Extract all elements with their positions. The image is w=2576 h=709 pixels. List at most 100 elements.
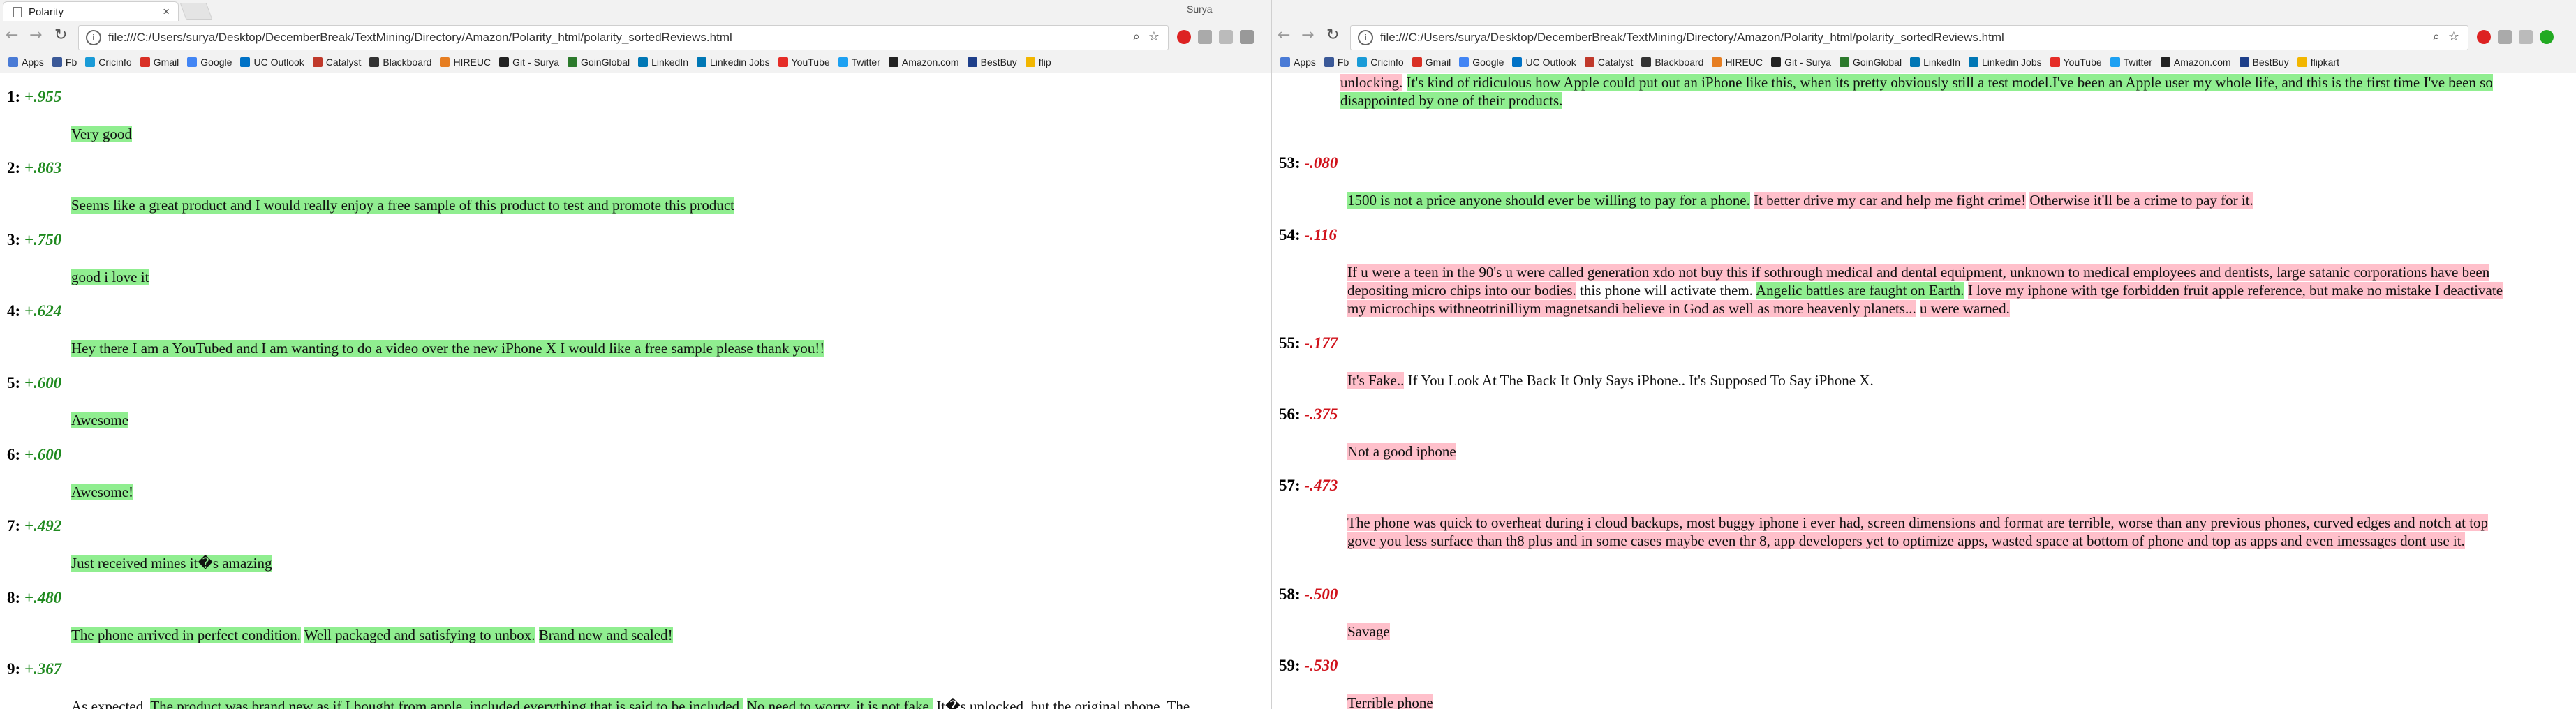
new-tab-button[interactable] xyxy=(179,3,213,20)
bookmark-item[interactable]: Apps xyxy=(1280,57,1316,68)
bookmark-item[interactable]: Amazon.com xyxy=(2160,57,2231,68)
info-icon[interactable]: i xyxy=(1358,30,1373,45)
polarity-score: -.473 xyxy=(1300,477,1338,494)
forward-icon[interactable]: → xyxy=(29,27,42,44)
extension-icon[interactable] xyxy=(1219,30,1233,44)
bookmark-item[interactable]: LinkedIn xyxy=(638,57,688,68)
bookmark-item[interactable]: Blackboard xyxy=(1641,57,1703,68)
bookmark-icon xyxy=(838,57,848,67)
reload-icon[interactable]: ↻ xyxy=(1326,27,1339,44)
address-bar[interactable]: i file:///C:/Users/surya/Desktop/Decembe… xyxy=(78,25,1169,50)
bookmark-item[interactable]: Linkedin Jobs xyxy=(697,57,770,68)
bookmark-item[interactable]: Apps xyxy=(8,57,44,68)
bookmark-icon xyxy=(2050,57,2060,67)
info-icon[interactable]: i xyxy=(86,30,101,45)
extension-icon[interactable] xyxy=(2498,30,2512,44)
positive-sentence: The product was brand new as if I bought… xyxy=(150,698,743,709)
bookmark-item[interactable]: Git - Surya xyxy=(1771,57,1831,68)
back-icon[interactable]: ← xyxy=(6,27,18,44)
bookmark-item[interactable]: HIREUC xyxy=(1712,57,1763,68)
extension-icon[interactable] xyxy=(1198,30,1212,44)
browser-window-left: Polarity × Surya ← → ↻ i file:///C:/User… xyxy=(0,0,1271,709)
bookmark-item[interactable]: Git - Surya xyxy=(499,57,559,68)
bookmark-item[interactable]: Fb xyxy=(1324,57,1349,68)
bookmark-item[interactable]: Amazon.com xyxy=(888,57,959,68)
bookmark-icon xyxy=(638,57,649,67)
opera-extension-icon[interactable] xyxy=(1177,30,1191,44)
bookmark-item[interactable]: Twitter xyxy=(838,57,880,68)
bookmark-item[interactable]: BestBuy xyxy=(2239,57,2289,68)
menu-icon[interactable] xyxy=(1240,30,1254,44)
polarity-score: -.116 xyxy=(1300,226,1338,244)
extension-icon[interactable] xyxy=(2519,30,2533,44)
bookmark-icon xyxy=(85,57,96,67)
bookmark-item[interactable]: HIREUC xyxy=(440,57,491,68)
bookmark-item[interactable]: Gmail xyxy=(1412,57,1451,68)
forward-icon[interactable]: → xyxy=(1301,27,1314,44)
review-label: 56: -.375 xyxy=(1279,405,2556,424)
search-icon[interactable]: ⌕ xyxy=(1133,29,1140,44)
profile-name[interactable]: Surya xyxy=(1187,3,1213,15)
bookmark-item[interactable]: UC Outlook xyxy=(1512,57,1576,68)
review-label: 5: +.600 xyxy=(7,373,1250,393)
back-icon[interactable]: ← xyxy=(1278,27,1290,44)
negative-sentence: Savage xyxy=(1347,623,1390,640)
review-entry: 1: +.955 Very good xyxy=(7,87,1250,142)
star-icon[interactable]: ☆ xyxy=(2448,29,2459,44)
close-tab-icon[interactable]: × xyxy=(163,5,170,19)
bookmark-item[interactable]: Catalyst xyxy=(1584,57,1633,68)
review-text: good i love it xyxy=(71,268,1236,286)
tab-polarity[interactable]: Polarity × xyxy=(3,1,179,22)
bookmark-item[interactable]: Fb xyxy=(52,57,77,68)
neutral-text: As expected. xyxy=(71,698,151,709)
bookmark-item[interactable]: Google xyxy=(187,57,232,68)
bookmark-item[interactable]: GoinGlobal xyxy=(568,57,630,68)
bookmark-icon xyxy=(440,57,450,67)
bookmark-label: Linkedin Jobs xyxy=(1982,57,2042,68)
opera-extension-icon[interactable] xyxy=(2477,30,2491,44)
negative-sentence: Otherwise it'll be a crime to pay for it… xyxy=(2029,192,2253,209)
review-text: It's Fake.. If You Look At The Back It O… xyxy=(1347,371,2515,389)
reload-icon[interactable]: ↻ xyxy=(54,27,67,44)
polarity-score: -.500 xyxy=(1300,585,1338,603)
url-text[interactable]: file:///C:/Users/surya/Desktop/DecemberB… xyxy=(108,31,732,45)
bookmark-item[interactable]: BestBuy xyxy=(967,57,1017,68)
neutral-text xyxy=(535,627,538,643)
title-bar: Polarity × Surya xyxy=(0,0,1271,22)
search-icon[interactable]: ⌕ xyxy=(2433,29,2440,44)
bookmark-icon xyxy=(1771,57,1782,67)
extension-icon[interactable] xyxy=(2540,30,2554,44)
review-number: 55: xyxy=(1279,334,1301,352)
bookmark-icon xyxy=(778,57,788,67)
bookmark-item[interactable]: Twitter xyxy=(2110,57,2152,68)
bookmark-item[interactable]: UC Outlook xyxy=(240,57,304,68)
bookmark-item[interactable]: flip xyxy=(1025,57,1051,68)
address-bar[interactable]: i file:///C:/Users/surya/Desktop/Decembe… xyxy=(1350,25,2468,50)
review-label: 57: -.473 xyxy=(1279,476,2556,495)
bookmark-item[interactable]: GoinGlobal xyxy=(1840,57,1902,68)
bookmark-label: LinkedIn xyxy=(1923,57,1960,68)
bookmark-item[interactable]: Linkedin Jobs xyxy=(1969,57,2042,68)
bookmark-item[interactable]: YouTube xyxy=(2050,57,2102,68)
bookmark-item[interactable]: LinkedIn xyxy=(1910,57,1960,68)
bookmark-item[interactable]: Gmail xyxy=(140,57,179,68)
bookmark-icon xyxy=(2160,57,2170,67)
review-number: 54: xyxy=(1279,226,1301,244)
url-text[interactable]: file:///C:/Users/surya/Desktop/DecemberB… xyxy=(1380,31,2004,45)
bookmark-icon xyxy=(1512,57,1523,67)
bookmark-icon xyxy=(1412,57,1422,67)
star-icon[interactable]: ☆ xyxy=(1148,29,1160,44)
polarity-score: +.600 xyxy=(20,446,62,463)
review-number: 2: xyxy=(7,159,21,177)
bookmark-item[interactable]: YouTube xyxy=(778,57,830,68)
bookmark-item[interactable]: Catalyst xyxy=(312,57,361,68)
positive-sentence: It's kind of ridiculous how Apple could … xyxy=(1340,74,2493,109)
bookmark-item[interactable]: flipkart xyxy=(2297,57,2339,68)
bookmark-item[interactable]: Google xyxy=(1459,57,1504,68)
bookmark-item[interactable]: Cricinfo xyxy=(1357,57,1404,68)
bookmark-item[interactable]: Blackboard xyxy=(369,57,431,68)
review-text: Not a good iphone xyxy=(1347,442,2515,461)
review-entry: 59: -.530 Terrible phone xyxy=(1279,656,2556,709)
polarity-score: +.863 xyxy=(20,159,62,177)
bookmark-item[interactable]: Cricinfo xyxy=(85,57,132,68)
